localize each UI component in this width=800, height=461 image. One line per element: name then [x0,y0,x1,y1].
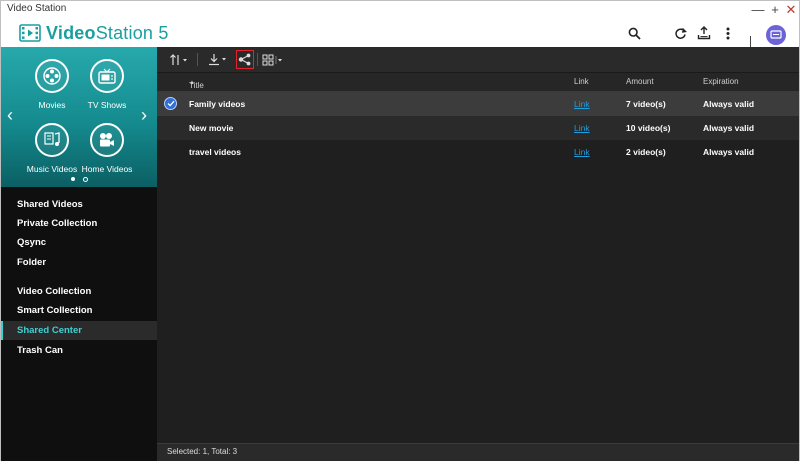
category-tv-shows[interactable]: TV Shows [77,59,137,110]
film-logo-icon [19,24,41,42]
row-expiration: Always valid [703,99,755,109]
status-text: Selected: 1, Total: 3 [167,447,238,456]
view-mode-button[interactable] [262,51,284,68]
column-link[interactable]: Link [574,77,589,86]
tv-icon [90,59,124,93]
sidebar-item-shared-videos[interactable]: Shared Videos [1,195,157,214]
sidebar-item-shared-center[interactable]: Shared Center [1,321,157,340]
table-row[interactable]: travel videos Link 2 video(s) Always val… [157,140,799,164]
carousel-pager [71,177,91,183]
share-highlight [236,50,254,69]
sort-button[interactable] [169,51,189,68]
carousel-prev-icon[interactable]: ‹ [7,105,13,126]
video-camera-icon [90,123,124,157]
row-link[interactable]: Link [574,123,590,133]
main-panel: Title ▲ Link Amount Expiration Family vi… [157,47,799,461]
row-amount: 2 video(s) [626,147,666,157]
category-label: Movies [38,100,66,110]
category-music-videos[interactable]: Music Videos [22,123,82,174]
carousel-next-icon[interactable]: › [141,105,147,126]
category-carousel: ‹ › Movies TV Shows Music Videos Home Vi… [1,47,157,187]
category-label: Home Videos [81,164,133,174]
row-link[interactable]: Link [574,147,590,157]
search-icon[interactable] [625,24,643,42]
category-home-videos[interactable]: Home Videos [77,123,137,174]
sidebar-item-private-collection[interactable]: Private Collection [1,214,157,233]
app-header: VideoStation 5 [1,19,799,47]
toolbar [157,47,799,73]
refresh-icon[interactable] [671,24,689,42]
pager-dot[interactable] [83,177,88,182]
avatar-icon[interactable] [766,25,786,45]
window-title: Video Station [7,3,67,14]
row-amount: 7 video(s) [626,99,666,109]
row-title: travel videos [189,147,241,157]
sidebar-item-qsync[interactable]: Qsync [1,233,157,252]
column-title[interactable]: Title ▲ [189,77,204,90]
table-header: Title ▲ Link Amount Expiration [157,73,799,92]
maximize-button[interactable]: + [767,1,783,19]
column-expiration[interactable]: Expiration [703,77,739,86]
row-title: New movie [189,123,234,133]
sidebar-item-smart-collection[interactable]: Smart Collection [1,301,157,320]
app-name: VideoStation 5 [46,22,169,43]
video-station-window: Video Station — + ✕ VideoStation 5 ‹ › M… [0,0,800,461]
sidebar: ‹ › Movies TV Shows Music Videos Home Vi… [1,47,157,461]
row-link[interactable]: Link [574,99,590,109]
close-button[interactable]: ✕ [783,1,799,19]
status-bar: Selected: 1, Total: 3 [157,443,799,461]
row-amount: 10 video(s) [626,123,671,133]
app-logo: VideoStation 5 [19,23,169,43]
column-amount[interactable]: Amount [626,77,654,86]
film-reel-icon [35,59,69,93]
music-note-icon [35,123,69,157]
table-row[interactable]: Family videos Link 7 video(s) Always val… [157,92,799,116]
checkmark-icon[interactable] [164,97,177,110]
row-expiration: Always valid [703,123,755,133]
pager-dot-active[interactable] [71,177,75,181]
category-label: Music Videos [26,164,78,174]
sidebar-item-folder[interactable]: Folder [1,253,157,272]
table-row[interactable]: New movie Link 10 video(s) Always valid [157,116,799,140]
row-title: Family videos [189,99,246,109]
row-expiration: Always valid [703,147,755,157]
sidebar-item-video-collection[interactable]: Video Collection [1,282,157,301]
window-titlebar: Video Station — + ✕ [1,1,799,20]
sidebar-item-trash-can[interactable]: Trash Can [1,341,157,360]
minimize-button[interactable]: — [750,1,766,19]
download-button[interactable] [208,51,228,68]
upload-icon[interactable] [695,24,713,42]
category-label: TV Shows [87,100,127,110]
more-icon[interactable] [719,24,737,42]
category-movies[interactable]: Movies [22,59,82,110]
